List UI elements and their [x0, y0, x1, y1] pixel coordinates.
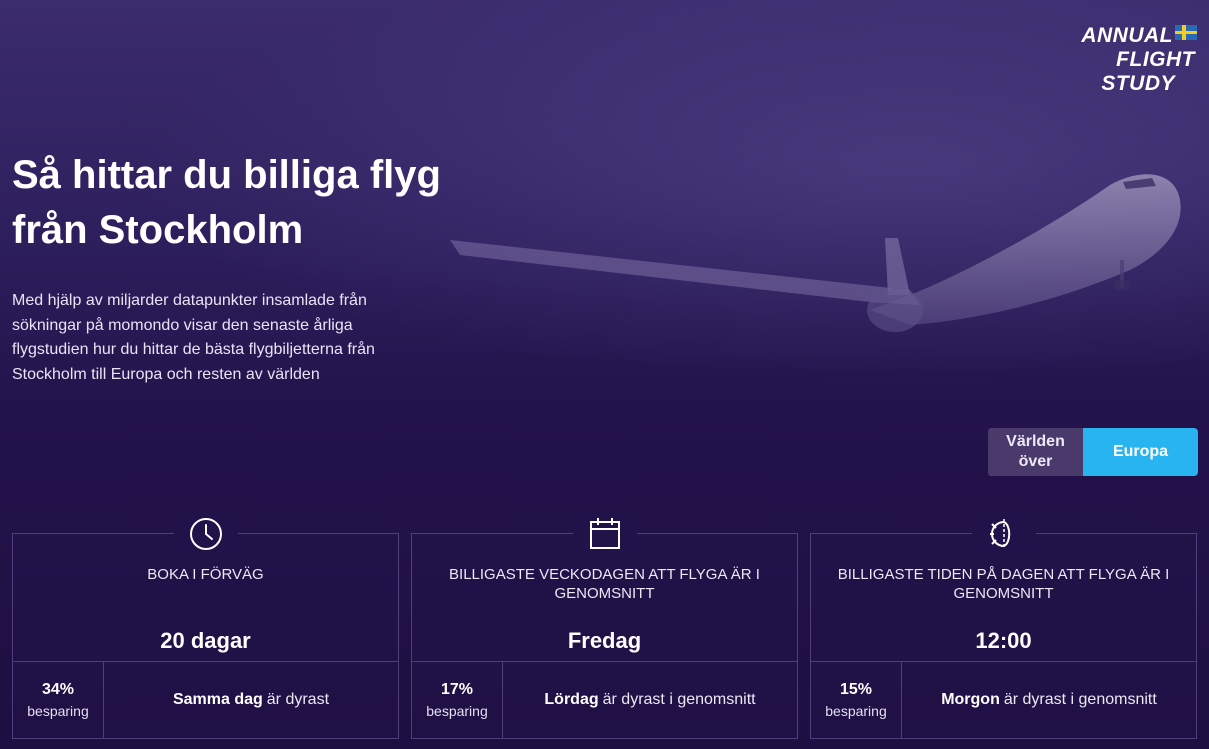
intro-text: Med hjälp av miljarder datapunkter insam…: [12, 292, 375, 383]
saving-label: besparing: [426, 703, 488, 719]
logo-line-2: FLIGHT: [1116, 48, 1195, 71]
calendar-icon: [572, 514, 637, 554]
saving-label: besparing: [825, 703, 887, 719]
saving-box: 17% besparing: [412, 662, 503, 738]
logo-line-1: ANNUAL: [1081, 24, 1173, 47]
saving-box: 34% besparing: [13, 662, 104, 738]
page-title-line-2: från Stockholm: [12, 208, 304, 252]
stat-card-book-ahead: BOKA I FÖRVÄG 20 dagar 34% besparing Sam…: [12, 514, 399, 739]
page-title: Så hittar du billiga flyg från Stockholm: [12, 148, 532, 258]
stat-card-cheapest-weekday: BILLIGASTE VECKODAGEN ATT FLYGA ÄR I GEN…: [411, 514, 798, 739]
day-night-icon: [971, 514, 1036, 554]
saving-percent: 15%: [839, 681, 873, 698]
card-footer: 17% besparing Lördag är dyrast i genomsn…: [412, 661, 797, 738]
note-rest: är dyrast i genomsnitt: [1003, 691, 1157, 708]
region-toggle: Världen över Europa: [988, 428, 1198, 476]
note-bold: Morgon: [941, 691, 1000, 708]
card-value: 12:00: [975, 628, 1032, 653]
card-title: BILLIGASTE VECKODAGEN ATT FLYGA ÄR I GEN…: [449, 566, 760, 602]
airplane-image: [450, 174, 1181, 332]
saving-label: besparing: [27, 703, 89, 719]
note-bold: Lördag: [544, 691, 599, 708]
expensive-note: Lördag är dyrast i genomsnitt: [503, 662, 797, 738]
clock-icon: [173, 514, 238, 554]
page-title-line-1: Så hittar du billiga flyg: [12, 153, 441, 197]
sweden-flag-icon: [1175, 25, 1197, 40]
note-rest: är dyrast: [266, 691, 330, 708]
card-value: 20 dagar: [160, 628, 251, 653]
card-footer: 34% besparing Samma dag är dyrast: [13, 661, 398, 738]
card-title: BILLIGASTE TIDEN PÅ DAGEN ATT FLYGA ÄR I…: [837, 566, 1170, 602]
note-bold: Samma dag: [172, 691, 263, 708]
logo-line-3: STUDY: [1101, 72, 1175, 95]
expensive-note: Morgon är dyrast i genomsnitt: [902, 662, 1196, 738]
annual-flight-study-logo: ANNUAL FLIGHT STUDY: [1057, 24, 1197, 96]
stat-card-cheapest-time: BILLIGASTE TIDEN PÅ DAGEN ATT FLYGA ÄR I…: [810, 514, 1197, 739]
note-rest: är dyrast i genomsnitt: [602, 691, 756, 708]
tab-europa[interactable]: Europa: [1083, 428, 1198, 476]
card-value: Fredag: [567, 628, 642, 653]
saving-percent: 34%: [41, 681, 75, 698]
tab-varlden-over[interactable]: Världen över: [988, 428, 1083, 476]
card-title: BOKA I FÖRVÄG: [147, 566, 264, 583]
saving-box: 15% besparing: [811, 662, 902, 738]
expensive-note: Samma dag är dyrast: [104, 662, 398, 738]
card-footer: 15% besparing Morgon är dyrast i genomsn…: [811, 661, 1196, 738]
saving-percent: 17%: [440, 681, 474, 698]
